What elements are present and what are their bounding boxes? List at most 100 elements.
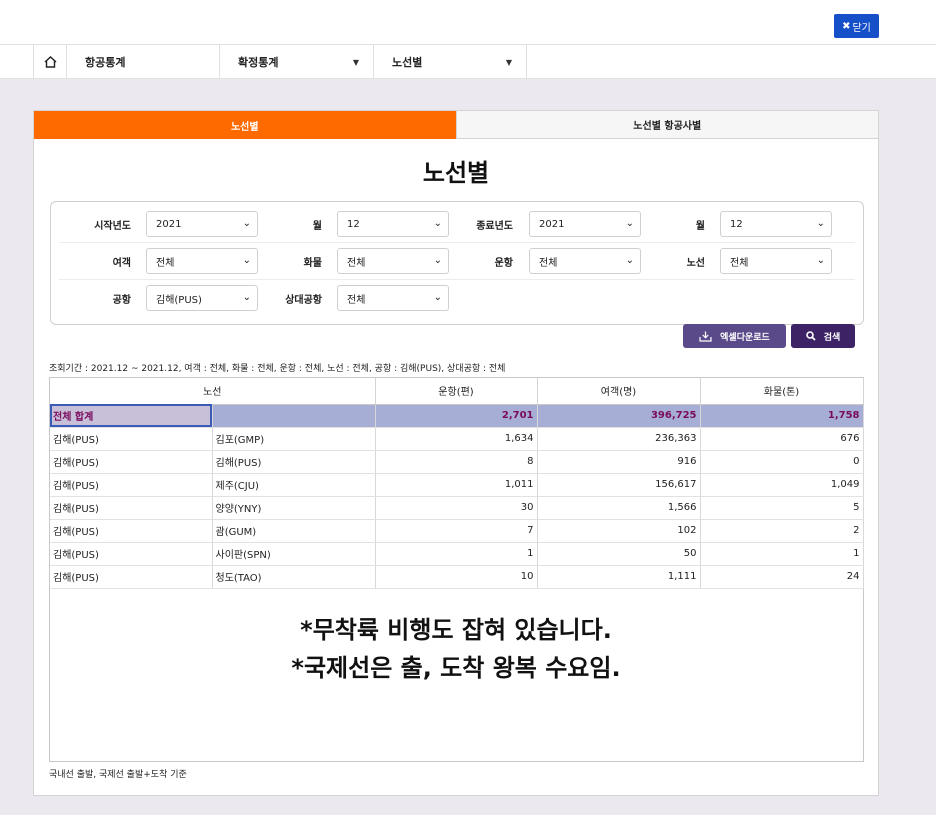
footnote: 국내선 출발, 국제선 출발+도착 기준 [49,770,187,780]
filter-box: 시작년도 2021 ⌄ 월 12 ⌄ 종료년도 2021 ⌄ 월 12 ⌄ 여객 [50,201,864,325]
annotation-line-1: *무착륙 비행도 잡혀 있습니다. [300,616,612,644]
select-value: 전체 [539,257,558,269]
origin-cell: 김해(PUS) [50,450,213,474]
flights-cell: 1,634 [375,427,538,451]
origin-cell: 김해(PUS) [50,496,213,520]
start-year-label: 시작년도 [94,221,131,232]
total-passengers: 396,725 [537,404,701,428]
annotation-overlay: *무착륙 비행도 잡혀 있습니다. *국제선은 출, 도착 왕복 수요임. [34,611,878,687]
home-icon [44,56,56,68]
counterpart-airport-label: 상대공항 [285,295,322,306]
nav-item-air-stats[interactable]: 항공통계 [67,45,220,79]
header-cargo[interactable]: 화물(톤) [700,378,864,405]
select-value: 2021 [156,218,182,230]
header-passengers[interactable]: 여객(명) [537,378,701,405]
select-value: 12 [347,218,360,230]
route-select[interactable]: 전체 ⌄ [720,248,832,274]
excel-download-button[interactable]: 엑셀다운로드 [683,324,786,348]
select-value: 12 [730,218,743,230]
flight-select[interactable]: 전체 ⌄ [529,248,641,274]
flights-cell: 10 [375,565,538,589]
cargo-cell: 24 [700,565,864,589]
home-button[interactable] [33,45,67,79]
passengers-cell: 236,363 [537,427,701,451]
passengers-cell: 156,617 [537,473,701,497]
cargo-cell: 5 [700,496,864,520]
counterpart-airport-select[interactable]: 전체 ⌄ [337,285,449,311]
page-title: 노선별 [422,159,490,187]
destination-cell: 김해(PUS) [212,450,376,474]
query-summary: 조회기간 : 2021.12 ~ 2021.12, 여객 : 전체, 화물 : … [49,364,506,374]
total-flights: 2,701 [375,404,538,428]
filter-row: 여객 전체 ⌄ 화물 전체 ⌄ 운항 전체 ⌄ 노선 전체 ⌄ [59,244,855,280]
select-value: 전체 [347,257,366,269]
passengers-cell: 1,566 [537,496,701,520]
cargo-label: 화물 [303,258,322,269]
download-icon [699,331,712,342]
cargo-cell: 676 [700,427,864,451]
table-row: 김해(PUS) 사이판(SPN) 1 50 1 [50,542,864,566]
flights-cell: 30 [375,496,538,520]
end-year-select[interactable]: 2021 ⌄ [529,211,641,237]
cargo-select[interactable]: 전체 ⌄ [337,248,449,274]
total-row: 전체 합계 2,701 396,725 1,758 [50,404,864,428]
start-year-select[interactable]: 2021 ⌄ [146,211,258,237]
results-table: 노선 운항(편) 여객(명) 화물(톤) 전체 합계 2,701 396,725… [50,378,864,589]
route-label: 노선 [686,258,705,269]
chevron-down-icon: ⌄ [816,218,825,229]
header-route[interactable]: 노선 [50,378,376,405]
table-row: 김해(PUS) 양양(YNY) 30 1,566 5 [50,496,864,520]
passengers-cell: 102 [537,519,701,543]
main-panel: 노선별 노선별 항공사별 노선별 시작년도 2021 ⌄ 월 12 ⌄ 종료년도… [33,110,879,796]
select-value: 김해(PUS) [156,294,202,306]
tab-by-route-airline[interactable]: 노선별 항공사별 [455,111,878,139]
header-flights[interactable]: 운항(편) [375,378,538,405]
top-bar: ✖ 닫기 [0,0,936,44]
end-month-label: 월 [695,221,705,232]
total-blank [212,404,376,428]
destination-cell: 사이판(SPN) [212,542,376,566]
destination-cell: 양양(YNY) [212,496,376,520]
excel-download-label: 엑셀다운로드 [720,332,770,343]
flights-cell: 8 [375,450,538,474]
search-button[interactable]: 검색 [791,324,855,348]
end-year-label: 종료년도 [476,221,513,232]
filter-row: 시작년도 2021 ⌄ 월 12 ⌄ 종료년도 2021 ⌄ 월 12 ⌄ [59,207,855,243]
chevron-down-icon: ⌄ [433,292,442,303]
tab-by-route[interactable]: 노선별 [34,111,456,139]
flights-cell: 7 [375,519,538,543]
passengers-cell: 50 [537,542,701,566]
airport-label: 공항 [112,295,131,306]
nav-item-label: 확정통계 [238,56,279,69]
cargo-cell: 0 [700,450,864,474]
tab-bar: 노선별 노선별 항공사별 [34,111,878,139]
cargo-cell: 1 [700,542,864,566]
passengers-cell: 916 [537,450,701,474]
flight-label: 운항 [494,258,513,269]
end-month-select[interactable]: 12 ⌄ [720,211,832,237]
origin-cell: 김해(PUS) [50,542,213,566]
nav-dropdown-confirmed-stats[interactable]: 확정통계 ▼ [220,45,374,79]
nav-dropdown-by-route[interactable]: 노선별 ▼ [374,45,527,79]
total-cargo: 1,758 [700,404,864,428]
chevron-down-icon: ⌄ [816,255,825,266]
table-row: 김해(PUS) 김해(PUS) 8 916 0 [50,450,864,474]
table-row: 김해(PUS) 청도(TAO) 10 1,111 24 [50,565,864,589]
passengers-cell: 1,111 [537,565,701,589]
start-month-label: 월 [312,221,322,232]
flights-cell: 1 [375,542,538,566]
total-label[interactable]: 전체 합계 [50,404,213,428]
caret-down-icon: ▼ [505,57,512,67]
filter-row: 공항 김해(PUS) ⌄ 상대공항 전체 ⌄ [59,281,855,317]
destination-cell: 김포(GMP) [212,427,376,451]
airport-select[interactable]: 김해(PUS) ⌄ [146,285,258,311]
cargo-cell: 2 [700,519,864,543]
passenger-select[interactable]: 전체 ⌄ [146,248,258,274]
select-value: 전체 [156,257,175,269]
table-header-row: 노선 운항(편) 여객(명) 화물(톤) [50,378,864,405]
passenger-label: 여객 [112,258,131,269]
table-row: 김해(PUS) 김포(GMP) 1,634 236,363 676 [50,427,864,451]
close-button[interactable]: ✖ 닫기 [834,14,879,38]
search-label: 검색 [823,332,841,343]
start-month-select[interactable]: 12 ⌄ [337,211,449,237]
